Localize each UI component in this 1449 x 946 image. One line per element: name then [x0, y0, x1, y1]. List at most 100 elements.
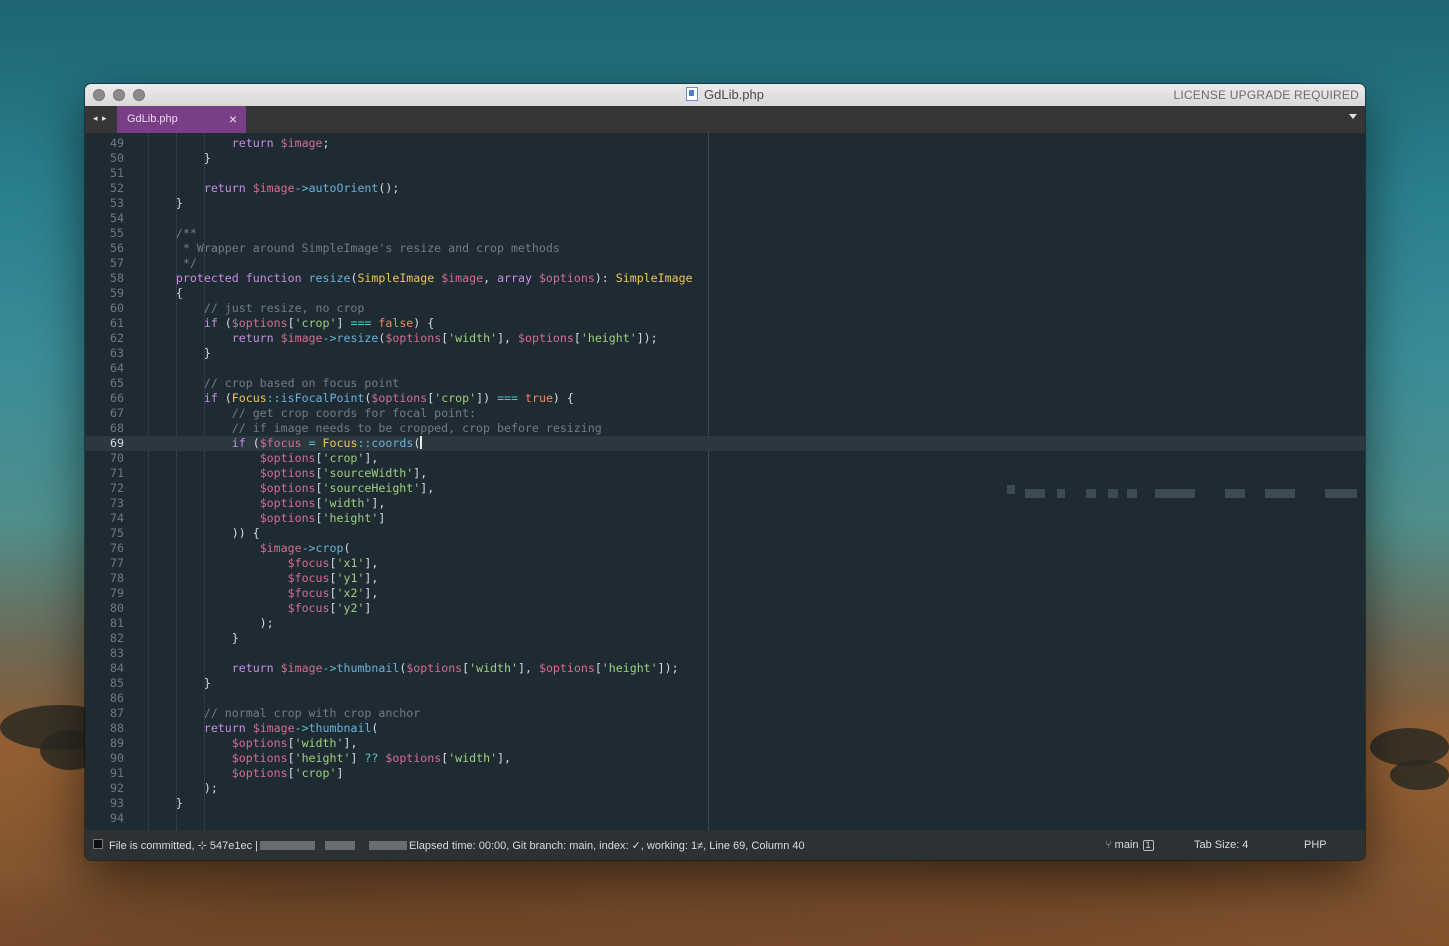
code-editor[interactable]: 49 return $image; 50 } 51 52 return $image-… — [85, 133, 1365, 830]
code-token: ]); — [657, 661, 679, 675]
code-line[interactable]: 84 return $image->thumbnail($options['wi… — [85, 661, 1365, 676]
code-token: $options — [231, 751, 288, 765]
code-token: $options — [259, 511, 316, 525]
code-token: [ — [315, 481, 323, 495]
tab-close-icon[interactable]: × — [229, 111, 237, 127]
code-token: 'crop' — [322, 451, 365, 465]
active-code-line[interactable]: 69 if ($focus = Focus::coords( — [85, 436, 1365, 451]
code-token: return — [231, 331, 281, 345]
tab-gdlib[interactable]: GdLib.php × — [117, 106, 246, 133]
code-line[interactable]: 82 } — [85, 631, 1365, 646]
code-line[interactable]: 86 — [85, 691, 1365, 706]
code-line[interactable]: 91 $options['crop'] — [85, 766, 1365, 781]
code-token: ); — [148, 781, 218, 795]
code-line[interactable]: 83 — [85, 646, 1365, 661]
code-text: $focus['x1'], — [148, 556, 379, 571]
code-line[interactable]: 67 // get crop coords for focal point: — [85, 406, 1365, 421]
line-number: 78 — [110, 571, 124, 585]
code-token: ( — [252, 436, 260, 450]
title-bar[interactable]: GdLib.php LICENSE UPGRADE REQUIRED — [85, 84, 1365, 107]
panel-toggle-icon[interactable] — [93, 839, 103, 849]
code-line[interactable]: 78 $focus['y1'], — [85, 571, 1365, 586]
code-token: ): — [594, 271, 616, 285]
code-text: $options['width'], — [148, 496, 386, 511]
code-line[interactable]: 90 $options['height'] ?? $options['width… — [85, 751, 1365, 766]
code-line[interactable]: 57 */ — [85, 256, 1365, 271]
code-token: $options — [371, 391, 428, 405]
line-number: 85 — [110, 676, 124, 690]
code-line[interactable]: 55 /** — [85, 226, 1365, 241]
tab-list-dropdown-icon[interactable] — [1349, 114, 1357, 119]
code-token: protected — [175, 271, 246, 285]
code-token: [ — [315, 466, 323, 480]
code-line[interactable]: 80 $focus['y2'] — [85, 601, 1365, 616]
code-line[interactable]: 79 $focus['x2'], — [85, 586, 1365, 601]
redacted-minimap-block — [1108, 489, 1118, 498]
code-line[interactable]: 62 return $image->resize($options['width… — [85, 331, 1365, 346]
code-token: 'x1' — [336, 556, 365, 570]
code-line[interactable]: 59 { — [85, 286, 1365, 301]
git-branch-indicator[interactable]: ⑂ main 1 — [1105, 839, 1154, 851]
code-line[interactable]: 71 $options['sourceWidth'], — [85, 466, 1365, 481]
redacted-text — [369, 841, 408, 850]
tab-size-selector[interactable]: Tab Size: 4 — [1194, 839, 1248, 851]
code-line[interactable]: 58 protected function resize(SimpleImage… — [85, 271, 1365, 286]
code-token: } — [148, 196, 183, 210]
code-line[interactable]: 73 $options['width'], — [85, 496, 1365, 511]
code-token: return — [231, 661, 281, 675]
syntax-selector[interactable]: PHP — [1304, 839, 1327, 851]
code-line[interactable]: 53 } — [85, 196, 1365, 211]
code-line[interactable]: 68 // if image needs to be cropped, crop… — [85, 421, 1365, 436]
code-line[interactable]: 50 } — [85, 151, 1365, 166]
code-token: ], — [497, 331, 519, 345]
code-token: } — [148, 631, 239, 645]
code-line[interactable]: 49 return $image; — [85, 136, 1365, 151]
code-line[interactable]: 93 } — [85, 796, 1365, 811]
line-number: 90 — [110, 751, 124, 765]
code-line[interactable]: 74 $options['height'] — [85, 511, 1365, 526]
license-notice[interactable]: LICENSE UPGRADE REQUIRED — [1173, 88, 1359, 102]
code-token: ) { — [552, 391, 574, 405]
branch-icon: ⑂ — [1105, 839, 1112, 851]
code-line[interactable]: 70 $options['crop'], — [85, 451, 1365, 466]
code-token: 'crop' — [294, 766, 337, 780]
code-text: $options['height'] — [148, 511, 386, 526]
code-line[interactable]: 87 // normal crop with crop anchor — [85, 706, 1365, 721]
code-line[interactable]: 56 * Wrapper around SimpleImage's resize… — [85, 241, 1365, 256]
code-token: , — [483, 271, 498, 285]
tab-nav-arrows-icon[interactable]: ◂ ▸ — [93, 113, 108, 124]
line-number: 80 — [110, 601, 124, 615]
code-line[interactable]: 65 // crop based on focus point — [85, 376, 1365, 391]
code-line[interactable]: 60 // just resize, no crop — [85, 301, 1365, 316]
code-line[interactable]: 85 } — [85, 676, 1365, 691]
code-line[interactable]: 63 } — [85, 346, 1365, 361]
code-line[interactable]: 76 $image->crop( — [85, 541, 1365, 556]
line-number: 74 — [110, 511, 124, 525]
code-line[interactable]: 81 ); — [85, 616, 1365, 631]
code-line[interactable]: 64 — [85, 361, 1365, 376]
code-line[interactable]: 66 if (Focus::isFocalPoint($options['cro… — [85, 391, 1365, 406]
code-line[interactable]: 89 $options['width'], — [85, 736, 1365, 751]
code-line[interactable]: 52 return $image->autoOrient(); — [85, 181, 1365, 196]
code-token: 'width' — [294, 736, 344, 750]
code-line[interactable]: 92 ); — [85, 781, 1365, 796]
code-line[interactable]: 77 $focus['x1'], — [85, 556, 1365, 571]
code-token: -> — [294, 181, 309, 195]
line-number: 84 — [110, 661, 124, 675]
code-token: true — [525, 391, 553, 405]
code-line[interactable]: 75 )) { — [85, 526, 1365, 541]
code-token: $image — [280, 661, 323, 675]
code-line[interactable]: 51 — [85, 166, 1365, 181]
code-token: $focus — [287, 571, 330, 585]
code-token: return — [203, 181, 253, 195]
code-line[interactable]: 94 — [85, 811, 1365, 826]
code-line[interactable]: 54 — [85, 211, 1365, 226]
code-text: } — [148, 796, 183, 811]
line-number: 72 — [110, 481, 124, 495]
code-line[interactable]: 61 if ($options['crop'] === false) { — [85, 316, 1365, 331]
code-text: $focus['y1'], — [148, 571, 379, 586]
code-line[interactable]: 88 return $image->thumbnail( — [85, 721, 1365, 736]
